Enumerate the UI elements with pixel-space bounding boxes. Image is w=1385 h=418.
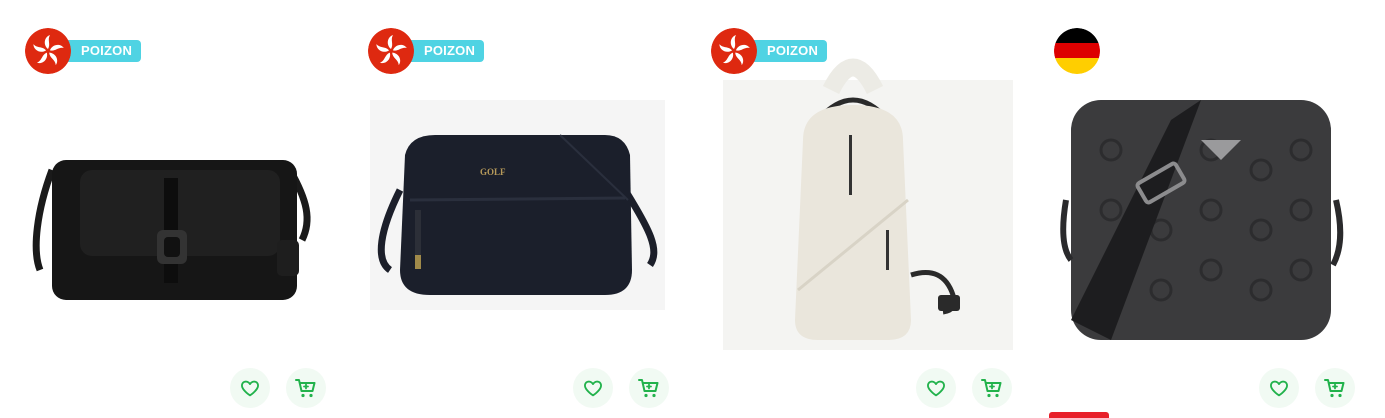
product-grid: POIZON POIZON GOLF POIZON [0,0,1385,418]
add-to-cart-button[interactable] [1315,368,1355,408]
poizon-badge: POIZON [59,40,142,62]
product-image[interactable]: GOLF [353,40,676,360]
product-image[interactable] [696,40,1019,360]
favorite-button[interactable] [916,368,956,408]
add-to-cart-button[interactable] [972,368,1012,408]
hong-kong-flag-icon [368,28,414,74]
card-actions [916,368,1012,408]
product-image[interactable] [10,40,333,360]
cart-icon [295,379,316,398]
poizon-badge: POIZON [402,40,485,62]
card-actions [230,368,326,408]
favorite-button[interactable] [573,368,613,408]
product-card[interactable]: POIZON [686,0,1029,416]
add-to-cart-button[interactable] [286,368,326,408]
germany-flag-icon [1054,28,1100,74]
card-actions [1259,368,1355,408]
poizon-badge: POIZON [745,40,828,62]
add-to-cart-button[interactable] [629,368,669,408]
product-card[interactable] [1029,0,1372,418]
sale-badge [1049,412,1109,418]
heart-icon [927,380,945,397]
golf-brand-mark: GOLF [480,167,506,177]
origin-tag [1054,28,1100,74]
favorite-button[interactable] [230,368,270,408]
product-image[interactable] [1039,40,1362,360]
heart-icon [584,380,602,397]
cart-icon [1324,379,1345,398]
cart-icon [638,379,659,398]
card-actions [573,368,669,408]
hong-kong-flag-icon [25,28,71,74]
heart-icon [1270,380,1288,397]
cart-icon [981,379,1002,398]
favorite-button[interactable] [1259,368,1299,408]
product-card[interactable]: POIZON GOLF [343,0,686,416]
hong-kong-flag-icon [711,28,757,74]
product-card[interactable]: POIZON [0,0,343,416]
heart-icon [241,380,259,397]
